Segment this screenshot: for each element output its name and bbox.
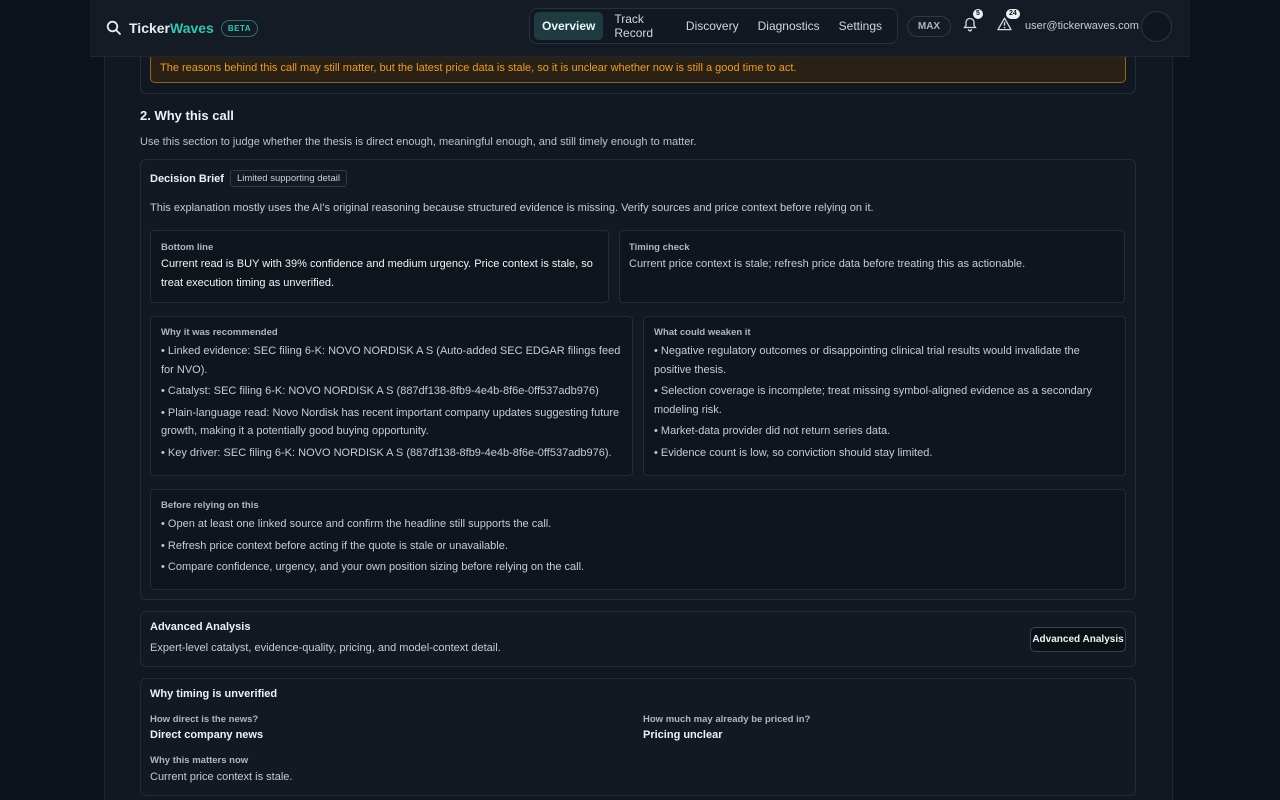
tab-track-record[interactable]: Track Record — [606, 5, 675, 47]
timing-check-text: Current price context is stale; refresh … — [629, 258, 1026, 270]
alerts-count: 24 — [1006, 9, 1020, 19]
list-item: • Linked evidence: SEC filing 6-K: NOVO … — [161, 345, 621, 376]
news-directness-value: Direct company news — [150, 729, 264, 741]
bottom-line-panel: Bottom line Current read is BUY with 39%… — [150, 230, 609, 303]
why-recommended-panel: Why it was recommended • Linked evidence… — [150, 316, 633, 476]
beta-badge: BETA — [220, 19, 259, 37]
matters-now-value: Current price context is stale. — [150, 771, 293, 783]
before-relying-panel: Before relying on this • Open at least o… — [150, 489, 1126, 590]
stale-data-warning: The reasons behind this call may still m… — [150, 54, 1126, 83]
list-item: • Evidence count is low, so conviction s… — [654, 446, 933, 459]
advanced-analysis-desc: Expert-level catalyst, evidence-quality,… — [150, 642, 501, 654]
bell-icon — [963, 17, 977, 32]
tab-settings[interactable]: Settings — [831, 12, 890, 40]
nav-tabs: Overview Track Record Discovery Diagnost… — [529, 8, 898, 44]
list-item: • Plain-language read: Novo Nordisk has … — [161, 406, 620, 438]
list-item: • Market-data provider did not return se… — [654, 425, 891, 437]
priced-in-label: How much may already be priced in? — [643, 714, 811, 725]
bottom-line-label: Bottom line — [161, 242, 214, 253]
list-item: • Refresh price context before acting if… — [161, 539, 508, 552]
section-description: Use this section to judge whether the th… — [140, 136, 697, 148]
weaken-panel: What could weaken it • Negative regulato… — [643, 316, 1126, 476]
warning-icon — [997, 17, 1012, 31]
brand-name: TickerWaves — [129, 20, 214, 36]
brand-accent: Waves — [170, 20, 214, 36]
search-icon[interactable] — [106, 20, 122, 36]
list-item: • Negative regulatory outcomes or disapp… — [654, 345, 1080, 376]
priced-in-value: Pricing unclear — [643, 729, 723, 741]
brand[interactable]: TickerWaves BETA — [106, 19, 259, 37]
avatar[interactable] — [1141, 11, 1172, 42]
tab-diagnostics[interactable]: Diagnostics — [750, 12, 828, 40]
list-item: • Key driver: SEC filing 6-K: NOVO NORDI… — [161, 446, 612, 459]
timing-check-panel: Timing check Current price context is st… — [619, 230, 1125, 303]
news-directness-label: How direct is the news? — [150, 714, 259, 725]
timing-check-label: Timing check — [629, 242, 690, 253]
list-item: • Open at least one linked source and co… — [161, 518, 552, 530]
section-title: 2. Why this call — [140, 108, 234, 123]
alerts-button[interactable]: 24 — [997, 9, 1020, 33]
list-item: • Catalyst: SEC filing 6-K: NOVO NORDISK… — [161, 385, 599, 397]
matters-now-label: Why this matters now — [150, 755, 249, 766]
limited-detail-tag: Limited supporting detail — [229, 170, 347, 187]
advanced-analysis-title: Advanced Analysis — [150, 621, 251, 633]
decision-brief-header: Decision Brief Limited supporting detail — [150, 170, 347, 187]
tab-overview[interactable]: Overview — [534, 12, 604, 40]
tab-discovery[interactable]: Discovery — [678, 12, 747, 40]
before-relying-label: Before relying on this — [161, 500, 259, 511]
plan-badge[interactable]: MAX — [907, 16, 951, 37]
weaken-label: What could weaken it — [654, 327, 751, 338]
notifications-button[interactable]: 5 — [963, 9, 983, 33]
decision-brief-intro: This explanation mostly uses the AI's or… — [150, 202, 874, 214]
top-nav-bar: TickerWaves BETA Overview Track Record D… — [90, 0, 1190, 57]
notifications-count: 5 — [973, 9, 983, 19]
bottom-line-text: Current read is BUY with 39% confidence … — [161, 258, 593, 289]
list-item: • Compare confidence, urgency, and your … — [161, 561, 585, 573]
list-item: • Selection coverage is incomplete; trea… — [654, 385, 1092, 416]
brand-prefix: Ticker — [129, 20, 170, 36]
decision-brief-title: Decision Brief — [150, 173, 224, 185]
user-email[interactable]: user@tickerwaves.com — [1025, 20, 1139, 32]
why-recommended-label: Why it was recommended — [161, 327, 278, 338]
timing-unverified-title: Why timing is unverified — [150, 688, 278, 700]
advanced-analysis-button[interactable]: Advanced Analysis — [1030, 627, 1126, 652]
